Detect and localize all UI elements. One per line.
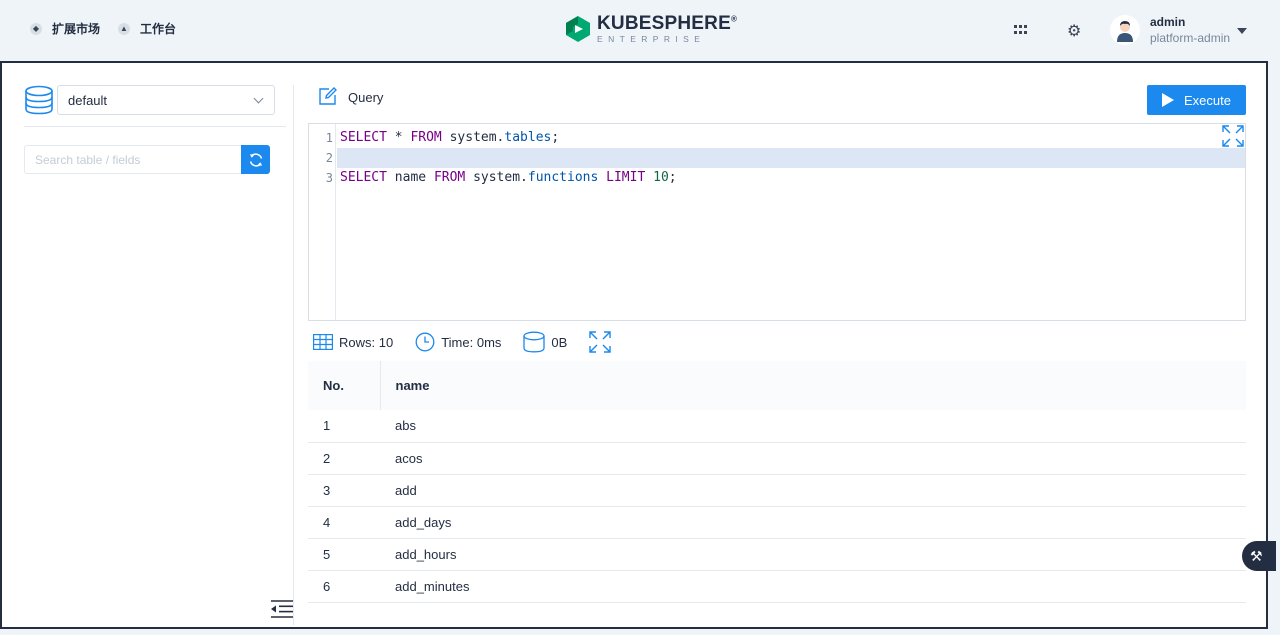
result-stats: Rows: 10 Time: 0ms 0B [313,331,612,353]
apps-grid-icon[interactable] [1014,25,1028,35]
collapse-sidebar-icon[interactable] [270,599,294,619]
size-stat: 0B [523,331,567,353]
query-title: Query [348,90,384,105]
table-row[interactable]: 5 add_hours [308,538,1246,571]
nav-workbench[interactable]: ▲ 工作台 [118,20,176,37]
code-line[interactable]: 2 [309,148,1245,168]
refresh-button[interactable] [241,145,270,174]
workbench-icon: ▲ [118,22,130,35]
column-header-name: name [379,361,1246,410]
time-value: Time: 0ms [441,334,502,350]
row-name: add_minutes [380,570,1246,603]
execute-button[interactable]: Execute [1147,85,1246,115]
row-number: 4 [308,506,380,539]
market-icon: ◆ [30,22,42,35]
row-name: add_days [380,506,1246,539]
table-row[interactable]: 1 abs [308,410,1246,443]
table-header-row: No. name [308,361,1246,410]
caret-down-icon[interactable] [1237,28,1247,34]
table-row[interactable]: 3 add [308,474,1246,507]
size-value: 0B [551,334,568,350]
logo-registered: ® [730,14,738,24]
nav-workbench-label: 工作台 [140,22,177,36]
user-menu[interactable]: admin platform-admin [1110,15,1230,45]
nav-extension-market[interactable]: ◆ 扩展市场 [30,20,100,37]
expand-results-icon[interactable] [589,331,612,353]
table-row[interactable]: 4 add_days [308,506,1246,539]
row-number: 5 [308,538,380,571]
play-icon [1162,93,1174,107]
row-number: 2 [308,442,380,475]
expand-editor-icon[interactable] [1222,125,1244,147]
gear-icon[interactable]: ⚙ [1067,21,1081,41]
vertical-divider [293,85,294,625]
row-name: acos [380,442,1246,475]
column-header-no: No. [308,361,380,410]
line-number: 2 [325,151,333,165]
refresh-icon [249,152,262,167]
hammer-icon: ⚒ [1250,547,1263,564]
user-role: platform-admin [1150,31,1231,45]
table-row[interactable]: 2 acos [308,442,1246,475]
kubesphere-logo[interactable]: KUBESPHERE® ENTERPRISE [565,14,737,44]
time-stat: Time: 0ms [415,332,501,352]
rows-count: Rows: 10 [339,334,394,350]
line-number: 1 [325,131,333,145]
results-table: No. name 1 abs 2 acos 3 add 4 add_days 5 [308,361,1246,603]
code-line[interactable]: 3 SELECT name FROM system.functions LIMI… [309,168,1245,188]
line-number: 3 [325,171,333,185]
database-icon [25,85,53,115]
row-number: 3 [308,474,380,507]
row-name: add_hours [380,538,1246,571]
row-number: 1 [308,410,380,443]
nav-market-label: 扩展市场 [52,22,101,36]
code-line[interactable]: 1 SELECT * FROM system.tables; [309,128,1245,148]
top-bar: ◆ 扩展市场 ▲ 工作台 KUBESPHERE® ENTERPRISE ⚙ ad [0,0,1280,62]
execute-label: Execute [1184,92,1231,108]
sql-editor[interactable]: 1 SELECT * FROM system.tables; 2 3 SELEC… [308,123,1246,321]
main-panel: default Query Execute [0,61,1268,629]
logo-title: KUBESPHERE [597,13,731,34]
table-grid-icon [313,334,333,350]
sidebar-divider [24,126,286,127]
rows-stat: Rows: 10 [313,334,393,350]
code-text: SELECT * FROM system.tables; [340,130,560,145]
row-name: add [380,474,1246,507]
search-table-input[interactable] [24,145,242,174]
database-select-value: default [68,92,108,108]
database-size-icon [523,331,546,353]
logo-subtitle: ENTERPRISE [597,34,706,44]
table-row[interactable]: 6 add_minutes [308,570,1246,603]
code-text: SELECT name FROM system.functions LIMIT … [340,170,677,185]
clock-icon [415,332,435,352]
user-name: admin [1150,15,1186,29]
chevron-down-icon [253,93,264,104]
row-name: abs [380,410,1246,443]
avatar [1110,15,1140,45]
edit-query-icon [319,87,337,105]
database-select[interactable]: default [57,85,275,115]
kubesphere-logo-icon [566,15,590,42]
row-number: 6 [308,570,380,603]
floating-tools-button[interactable]: ⚒ [1242,541,1276,571]
